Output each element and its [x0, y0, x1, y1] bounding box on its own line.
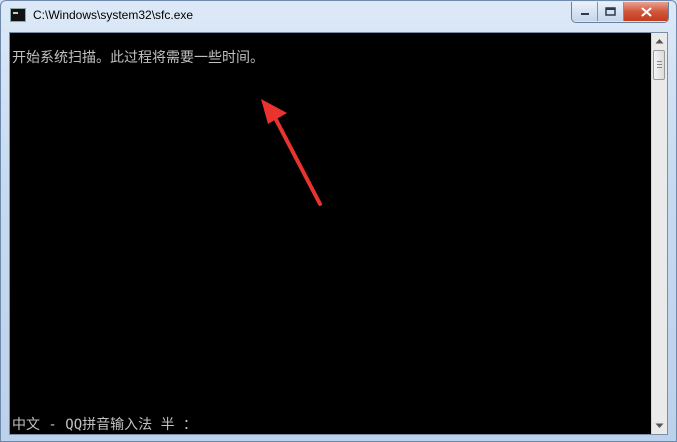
- red-arrow-annotation: [261, 99, 322, 206]
